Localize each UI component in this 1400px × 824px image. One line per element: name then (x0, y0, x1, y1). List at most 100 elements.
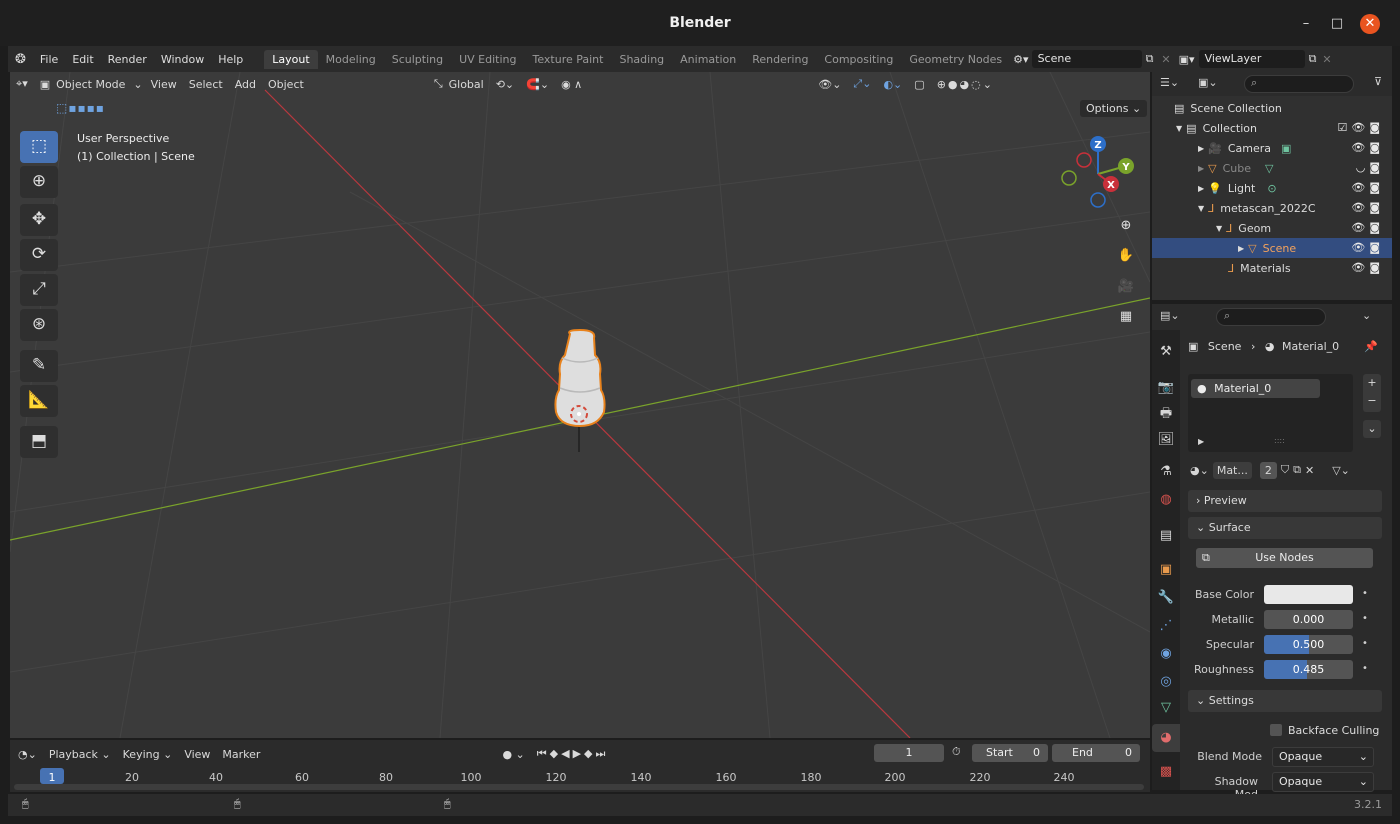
menu-window[interactable]: Window (154, 53, 211, 66)
outliner-row-cube[interactable]: ▶ ▽ Cube ▽ ◡◙ (1152, 158, 1392, 178)
chevron-down-icon[interactable]: ▼ (1216, 224, 1222, 233)
tab-rendering[interactable]: Rendering (744, 50, 816, 69)
timeline-editor-type-icon[interactable]: ◔⌄ (12, 748, 43, 761)
overlay-toggle-icon[interactable]: ◐⌄ (877, 78, 908, 91)
end-frame-field[interactable]: End 0 (1052, 744, 1140, 762)
viewport-menu-add[interactable]: Add (229, 78, 262, 91)
playback-controls-icons[interactable]: ⏮◆◀▶◆⏭ (531, 747, 615, 761)
zoom-icon[interactable]: ⊕ (1114, 214, 1138, 238)
viewport-menu-view[interactable]: View (145, 78, 183, 91)
chevron-down-icon[interactable]: ▼ (1198, 204, 1204, 213)
stopwatch-icon[interactable]: ⏱ (952, 745, 961, 759)
proportional-edit-icon[interactable]: ◉ ∧ (555, 78, 588, 91)
view-layer-tab-icon[interactable]: 🖼 (1152, 426, 1180, 454)
pivot-point-icon[interactable]: ⟲⌄ (490, 78, 520, 91)
tab-shading[interactable]: Shading (611, 50, 672, 69)
current-frame-field[interactable]: 1 (874, 744, 944, 762)
menu-file[interactable]: File (33, 53, 65, 66)
viewlayer-browse-icon[interactable]: ▣▾ (1175, 53, 1199, 66)
add-remove-slot-icon[interactable]: + − (1363, 374, 1381, 412)
outliner-display-mode-icon[interactable]: ▣⌄ (1198, 76, 1218, 89)
viewlayer-name-field[interactable]: ViewLayer (1198, 50, 1305, 68)
visibility-icon[interactable]: 👁⌄ (812, 78, 847, 91)
specular-slider[interactable]: 0.500 (1264, 635, 1353, 654)
tab-geometry-nodes[interactable]: Geometry Nodes (901, 50, 1010, 69)
menu-render[interactable]: Render (101, 53, 154, 66)
properties-options-icon[interactable]: ⌄ (1362, 309, 1371, 322)
viewport-menu-object[interactable]: Object (262, 78, 310, 91)
scene-browse-icon[interactable]: ⚙▾ (1010, 53, 1031, 66)
measure-tool-icon[interactable]: 📐 (20, 385, 58, 417)
shading-mode-icons[interactable]: ⊕●◕◌⌄ (931, 78, 1000, 91)
minimize-icon[interactable]: – (1296, 14, 1316, 34)
outliner-row-scene-object[interactable]: ▶ ▽ Scene 👁◙ (1152, 238, 1392, 258)
tab-compositing[interactable]: Compositing (816, 50, 901, 69)
viewport-menu-select[interactable]: Select (183, 78, 229, 91)
maximize-icon[interactable]: □ (1327, 14, 1347, 34)
gizmo-toggle-icon[interactable]: ⤢⌄ (847, 77, 877, 91)
select-mode-icons[interactable]: ⬚▪▪▪▪ (56, 101, 105, 115)
metallic-slider[interactable]: 0.000 (1264, 610, 1353, 629)
keyframe-dot-icon[interactable]: • (1362, 638, 1368, 649)
use-nodes-button[interactable]: ⧉ Use Nodes (1196, 548, 1373, 568)
tab-texture-paint[interactable]: Texture Paint (524, 50, 611, 69)
visibility-toggles-icon[interactable]: 👁◙ (1351, 141, 1384, 154)
world-tab-icon[interactable]: ◍ (1152, 486, 1180, 514)
visibility-toggles-icon[interactable]: 👁◙ (1351, 221, 1384, 234)
timeline-menu-keying[interactable]: Keying ⌄ (117, 748, 179, 761)
shadow-mode-dropdown[interactable]: Opaque ⌄ (1272, 772, 1374, 792)
scene-new-icon[interactable]: ⧉ (1142, 52, 1158, 66)
constraints-tab-icon[interactable]: ◎ (1152, 668, 1180, 696)
outliner-row-camera[interactable]: ▶ 🎥 Camera ▣ 👁◙ (1152, 138, 1392, 158)
chevron-down-icon[interactable]: ▼ (1176, 124, 1182, 133)
visibility-toggles-icon[interactable]: ☑👁◙ (1338, 121, 1385, 134)
add-cube-tool-icon[interactable]: ⬒ (20, 426, 58, 458)
roughness-slider[interactable]: 0.485 (1264, 660, 1353, 679)
outliner-row-geom[interactable]: ▼ ⅃ Geom 👁◙ (1152, 218, 1392, 238)
timeline-menu-marker[interactable]: Marker (216, 748, 266, 761)
chevron-right-icon[interactable]: ▶ (1198, 164, 1204, 173)
material-browse-icon[interactable]: ◕⌄ (1190, 464, 1209, 477)
viewlayer-new-icon[interactable]: ⧉ (1305, 52, 1321, 66)
duplicate-material-icon[interactable]: ⧉ (1293, 463, 1301, 477)
modifier-tab-icon[interactable]: 🔧 (1152, 584, 1180, 612)
visibility-toggles-icon[interactable]: 👁◙ (1351, 201, 1384, 214)
outliner-search-input[interactable] (1244, 75, 1354, 93)
outliner-row-light[interactable]: ▶ 💡 Light ⊙ 👁◙ (1152, 178, 1392, 198)
timeline-menu-view[interactable]: View (178, 748, 216, 761)
auto-keying-icon[interactable]: ● ⌄ (496, 748, 530, 761)
link-type-icon[interactable]: ▽⌄ (1332, 464, 1350, 477)
visibility-toggles-icon[interactable]: 👁◙ (1351, 181, 1384, 194)
material-slot-item[interactable]: ● Material_0 (1191, 379, 1320, 398)
settings-panel-header[interactable]: ⌄ Settings (1188, 690, 1382, 712)
material-tab-icon[interactable]: ◕ (1152, 724, 1180, 752)
slot-specials-icon[interactable]: ⌄ (1363, 420, 1381, 438)
object-tab-icon[interactable]: ▣ (1152, 556, 1180, 584)
mode-dropdown[interactable]: Object Mode (56, 78, 131, 91)
tab-uv-editing[interactable]: UV Editing (451, 50, 524, 69)
ortho-grid-icon[interactable]: ▦ (1114, 305, 1138, 329)
3d-viewport[interactable] (10, 72, 1150, 738)
outliner-row-metascan[interactable]: ▼ ⅃ metascan_2022C 👁◙ (1152, 198, 1392, 218)
timeline-menu-playback[interactable]: Playback ⌄ (43, 748, 117, 761)
rotate-tool-icon[interactable]: ⟳ (20, 239, 58, 271)
tab-sculpting[interactable]: Sculpting (384, 50, 451, 69)
physics-tab-icon[interactable]: ◉ (1152, 640, 1180, 668)
navigation-gizmo[interactable]: Z Y X (1056, 130, 1142, 216)
options-dropdown[interactable]: Options ⌄ (1080, 100, 1148, 117)
editor-type-icon[interactable]: ⌖▾ (10, 77, 34, 91)
xray-icon[interactable]: ▢ (908, 78, 930, 91)
visibility-toggles-icon[interactable]: 👁◙ (1351, 241, 1384, 254)
chevron-right-icon[interactable]: ▶ (1198, 144, 1204, 153)
keyframe-dot-icon[interactable]: • (1362, 588, 1368, 599)
move-tool-icon[interactable]: ✥ (20, 204, 58, 236)
outliner-row-collection[interactable]: ▼ ▤ Collection ☑👁◙ (1152, 118, 1392, 138)
slot-list-resize-handle[interactable]: :::: (1274, 436, 1285, 445)
chevron-right-icon[interactable]: ▶ (1198, 184, 1204, 193)
viewlayer-remove-icon[interactable]: ✕ (1320, 53, 1333, 66)
tab-layout[interactable]: Layout (264, 49, 318, 69)
pan-hand-icon[interactable]: ✋ (1114, 244, 1138, 268)
scene-remove-icon[interactable]: ✕ (1157, 53, 1174, 66)
transform-tool-icon[interactable]: ⊛ (20, 309, 58, 341)
annotate-tool-icon[interactable]: ✎ (20, 350, 58, 382)
